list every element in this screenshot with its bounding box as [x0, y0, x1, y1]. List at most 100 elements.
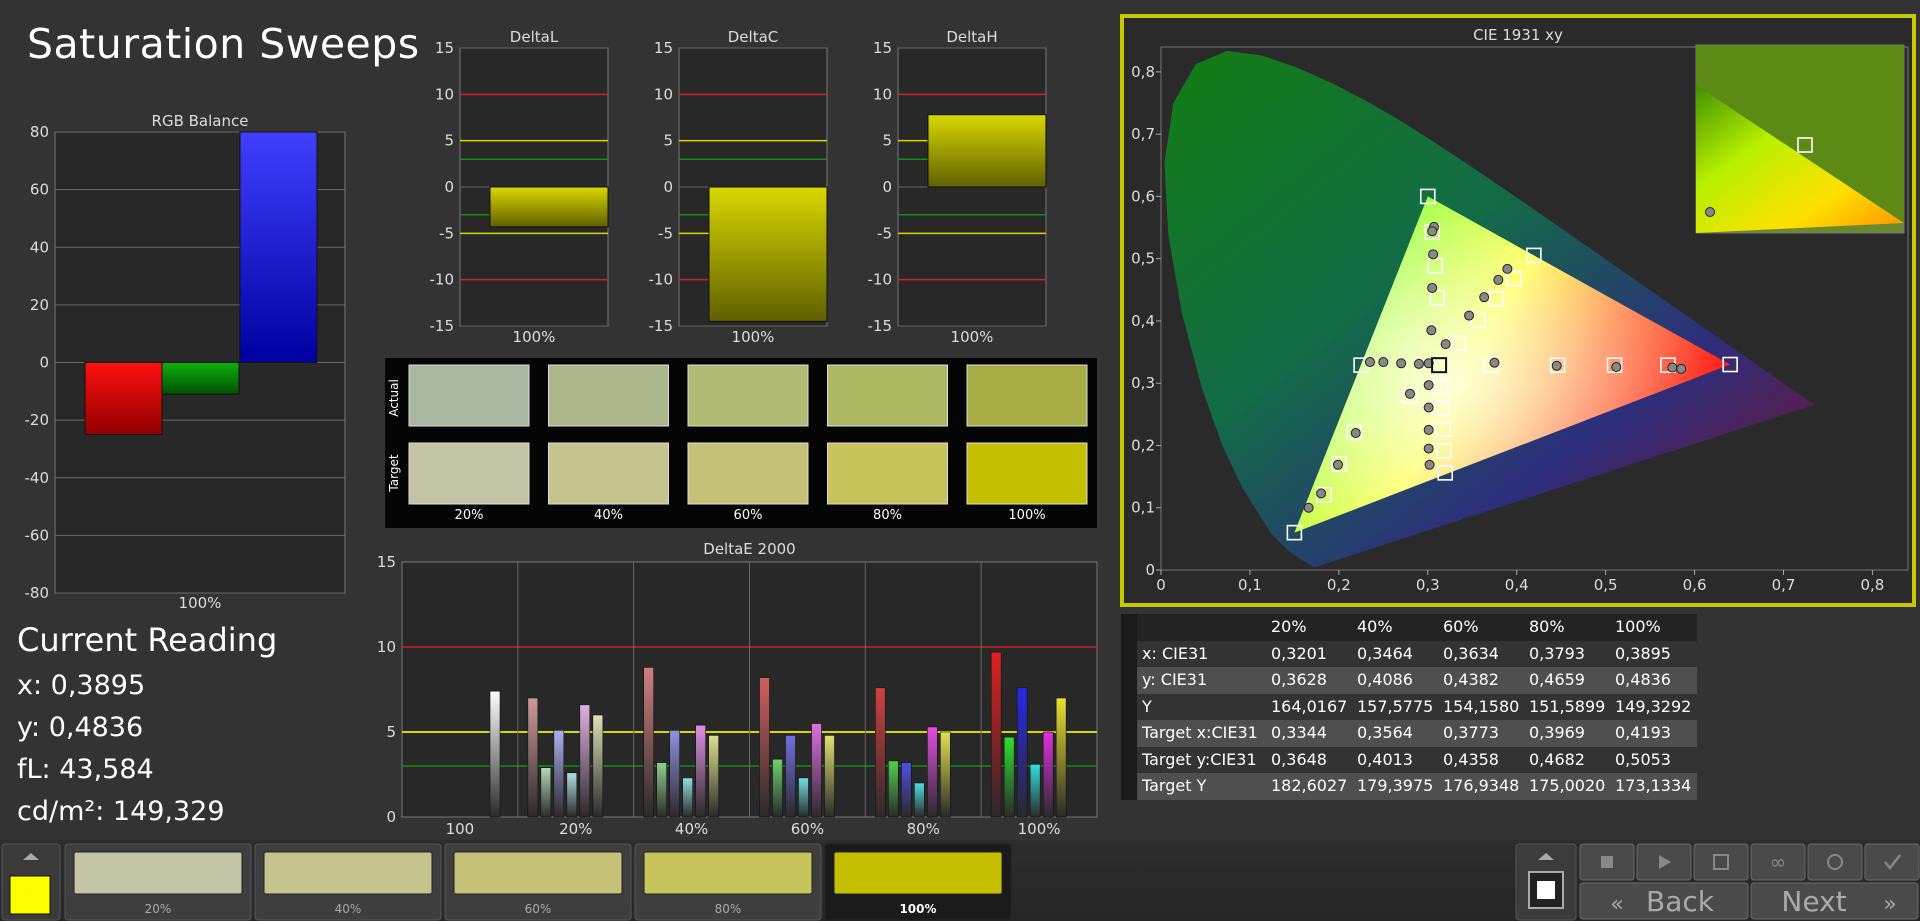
red-bar [84, 362, 163, 436]
toolbar-button[interactable] [1864, 843, 1920, 881]
toolbar-button[interactable] [1693, 843, 1749, 881]
page-title: Saturation Sweeps [27, 20, 420, 68]
patch-swatch [643, 851, 813, 895]
actual-swatch [548, 364, 669, 427]
target-swatch [827, 442, 948, 505]
column-header: 80% [1529, 617, 1565, 636]
tick-label: 40 [30, 238, 49, 256]
delta-bar [927, 114, 1047, 188]
tick-label: 5 [444, 132, 454, 150]
rgb-balance-chart: RGB Balance 80 60 40 20 0 -20 -40 -60 -80 100% [25, 112, 346, 612]
loop-icon: ∞ [1770, 850, 1787, 874]
category-label: 100% [732, 328, 775, 346]
table-cell: 176,9348 [1443, 776, 1520, 795]
tick-label: 10 [654, 85, 673, 103]
tick-label: 0 [663, 178, 673, 196]
measured-marker [1364, 357, 1375, 368]
measured-marker [1489, 357, 1500, 368]
measured-marker [1611, 362, 1622, 373]
double-chevron-left-icon: « [1610, 892, 1623, 917]
measured-marker [1479, 292, 1490, 303]
tick-label: 0,5 [1594, 576, 1618, 594]
tick-label: 0,1 [1238, 576, 1262, 594]
tick-label: 0 [444, 178, 454, 196]
bottom-controls: 20% 40% 60% 80% 100% ∞ « Back Next » [1, 843, 1920, 921]
deltae-bar [1029, 764, 1041, 818]
deltae-bar [940, 731, 951, 818]
table-cell: 0,3773 [1443, 723, 1499, 742]
tick-label: 0 [39, 354, 49, 372]
toolbar-button[interactable] [1807, 843, 1863, 881]
table-row: y: CIE31 0,3628 0,4086 0,4382 0,4659 0,4… [1121, 667, 1697, 694]
measured-marker [1423, 380, 1434, 391]
table-cell: 154,1580 [1443, 696, 1520, 716]
chart-title: DeltaL [510, 28, 559, 46]
tick-label: 0,8 [1860, 576, 1884, 594]
tick-label: 0,3 [1416, 576, 1440, 594]
swatch-label: 20% [455, 508, 484, 523]
column-header: 60% [1443, 617, 1479, 636]
reading-table: 20% 40% 60% 80% 100% x: CIE31 0,3201 0,3… [1121, 614, 1697, 800]
tick-label: -5 [658, 224, 673, 242]
tick-label: -60 [25, 526, 50, 544]
category-label: 100% [1018, 820, 1061, 838]
measured-marker [1427, 226, 1438, 237]
tick-label: 0,8 [1131, 63, 1155, 81]
actual-swatch [827, 364, 948, 427]
table-cell: 179,3975 [1357, 776, 1434, 795]
cie-1931-panel: CIE 1931 xy 0 0,1 0,2 0,3 0,4 0,5 0,6 0,7 0,8 0 0,1… [1120, 14, 1916, 607]
measured-marker [1502, 263, 1513, 274]
category-label: 100 [446, 820, 475, 838]
target-swatch [966, 442, 1088, 505]
deltae-bar [990, 651, 1002, 818]
category-label: 40% [675, 820, 708, 838]
column-header: 40% [1357, 617, 1393, 636]
tick-label: 15 [873, 39, 892, 57]
table-cell: 0,3793 [1529, 643, 1585, 663]
tick-label: -10 [649, 271, 674, 289]
tick-label: -80 [25, 584, 50, 602]
category-label: 100% [951, 328, 994, 346]
table-cell: 149,3292 [1615, 696, 1692, 716]
deltae-bar [875, 687, 886, 818]
chart-title: DeltaC [728, 28, 779, 46]
tick-label: -40 [25, 469, 50, 487]
patch-swatch [453, 851, 623, 895]
tick-label: 10 [873, 85, 892, 103]
tick-label: 0,2 [1131, 436, 1155, 454]
tick-label: 15 [435, 39, 454, 57]
table-cell: 0,4659 [1529, 670, 1585, 689]
measured-marker [1551, 360, 1562, 371]
tick-label: -15 [868, 317, 893, 335]
table-cell: 0,3628 [1271, 670, 1327, 689]
current-reading-title: Current Reading [17, 621, 278, 659]
row-marker [1121, 773, 1137, 800]
row-marker [1121, 614, 1137, 641]
deltae-bar [592, 714, 604, 818]
measured-marker [1423, 424, 1434, 435]
tick-label: 80 [30, 123, 49, 141]
measured-marker [1423, 443, 1434, 454]
measured-marker [1332, 459, 1343, 470]
tick-label: 0,4 [1131, 312, 1155, 330]
tick-label: 0,7 [1772, 576, 1796, 594]
table-cell: 157,5775 [1357, 696, 1434, 716]
deltae-bar [540, 767, 552, 818]
tick-label: 0 [1156, 576, 1166, 594]
double-chevron-right-icon: » [1883, 892, 1896, 917]
tick-label: 10 [377, 638, 396, 656]
table-row: x: CIE31 0,3201 0,3464 0,3634 0,3793 0,3… [1121, 640, 1697, 667]
reading-y: y: 0,4836 [17, 712, 144, 743]
deltae-bar [682, 777, 693, 818]
current-color-swatch [9, 875, 51, 915]
deltae-bar [888, 760, 899, 818]
table-cell: 0,3648 [1271, 749, 1327, 769]
category-label: 60% [791, 820, 824, 838]
tick-label: 0,5 [1131, 250, 1155, 268]
table-cell: 0,4358 [1443, 749, 1499, 769]
tick-label: -15 [649, 317, 674, 335]
deltae-bar [1016, 687, 1028, 818]
category-label: 100% [179, 594, 222, 612]
swatch-label: 80% [873, 508, 902, 523]
row-marker [1121, 640, 1137, 667]
